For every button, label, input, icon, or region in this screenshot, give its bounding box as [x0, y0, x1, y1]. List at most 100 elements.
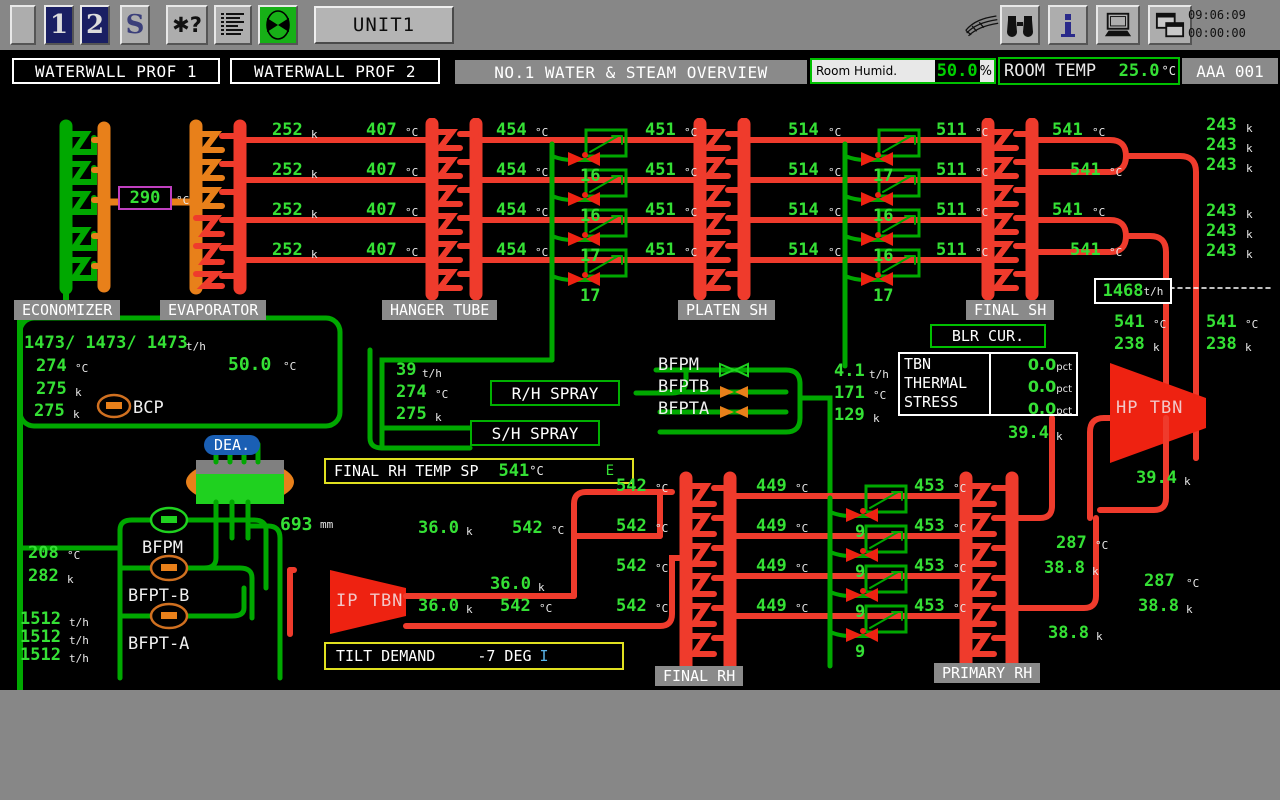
rh-spray-temp: 171	[834, 383, 865, 403]
platen-in-temp-3: 454	[496, 200, 527, 220]
bfp-temp-unit: °C	[67, 549, 81, 562]
finalsh-in-unit-2: °C	[828, 166, 842, 179]
bfpta-valve[interactable]	[718, 404, 758, 420]
unit2-select-button[interactable]: 2	[80, 5, 110, 45]
crh-out-press-3-unit: k	[1096, 630, 1103, 643]
ms-press-b-unit: k	[1245, 341, 1252, 354]
platen-in-temp-4: 454	[496, 240, 527, 260]
platen-mid-temp-4: 451	[645, 240, 676, 260]
room-humidity-label: Room Humid.	[816, 64, 898, 78]
finalsh-in-temp-3: 514	[788, 200, 819, 220]
workstation-icon	[1104, 12, 1132, 37]
waterwall-prof-1-button[interactable]: WATERWALL PROF 1	[12, 58, 220, 84]
tilt-demand-label: TILT DEMAND	[336, 647, 436, 665]
hanger-in-unit-1: k	[311, 128, 318, 141]
info-button[interactable]	[1048, 5, 1088, 45]
crh-temp-b-unit: °C	[539, 602, 553, 615]
label-evaporator: EVAPORATOR	[160, 300, 267, 320]
label-final-rh: FINAL RH	[655, 666, 744, 686]
unit1-select-button[interactable]: 1	[44, 5, 74, 45]
bfptb-valve[interactable]	[718, 384, 758, 400]
crh-temp-b: 542	[500, 596, 531, 616]
platen-mid-unit-2: °C	[684, 166, 698, 179]
crh-press-c-unit: k	[538, 581, 545, 594]
main-steam-flow-box: 1468 t/h	[1094, 278, 1172, 304]
bfp-press: 282	[28, 566, 59, 586]
finalrh-out-temp-3: 449	[756, 556, 787, 576]
room-humidity-indicator: Room Humid. 50.0 %	[810, 58, 996, 84]
bottom-toolbar: Mimics Trends Areas Groups Loops Direct …	[0, 690, 1280, 800]
bcp-flow: 50.0	[228, 354, 272, 375]
workstation-button[interactable]	[1096, 5, 1140, 45]
feed-flows: 1473/ 1473/ 1473	[24, 333, 188, 353]
finalrh-in-unit-3: °C	[655, 562, 669, 575]
rh-spray-flow: 4.1	[834, 361, 865, 381]
tilt-demand-value: -7 DEG	[477, 647, 532, 665]
blr-cur-button[interactable]: BLR CUR.	[930, 324, 1046, 348]
top-toolbar: 1 2 S ✱? UNIT1 09:06:09 00:00:00	[0, 0, 1280, 50]
sh-spray2-value-4: 17	[873, 286, 894, 306]
main-flow-unit: t/h	[1143, 284, 1164, 298]
platen-in-unit-3: °C	[535, 206, 549, 219]
blank-button[interactable]	[10, 5, 36, 45]
finalsh-in-temp-2: 514	[788, 160, 819, 180]
tbn-stress-values: 0.0pct 0.0pct 0.0pct	[991, 354, 1076, 418]
primaryrh-in-temp-1: 453	[914, 476, 945, 496]
finalrh-out-unit-4: °C	[795, 602, 809, 615]
primaryrh-in-unit-2: °C	[953, 522, 967, 535]
finalsh-out-temp-4: 541	[1070, 240, 1101, 260]
rh-spray-valve-2[interactable]	[844, 546, 888, 564]
feed-temp: 274	[36, 356, 67, 376]
ms-press-top-2: 243	[1206, 135, 1237, 155]
sh-spray-value-1: 16	[580, 166, 601, 186]
bfptb-header-label: BFPTB	[658, 377, 710, 397]
ms-press-bot-1: 243	[1206, 201, 1237, 221]
windows-button[interactable]	[1148, 5, 1192, 45]
alarm-button[interactable]	[258, 5, 298, 45]
finalsh-mid-unit-3: °C	[975, 206, 989, 219]
room-temp-label: ROOM TEMP	[1004, 61, 1097, 81]
binoculars-button[interactable]	[1000, 5, 1040, 45]
econ-setpoint-unit: °C	[176, 194, 190, 207]
help-button[interactable]: ✱?	[166, 5, 208, 45]
crh-out-temp: 287	[1056, 533, 1087, 553]
waterwall-prof-2-button[interactable]: WATERWALL PROF 2	[230, 58, 440, 84]
sh-spray-button[interactable]: S/H SPRAY	[470, 420, 600, 446]
rh-spray-valve-1[interactable]	[844, 506, 888, 524]
tilt-demand-box[interactable]: TILT DEMAND -7 DEG I	[324, 642, 624, 670]
feed-temp-unit: °C	[75, 362, 89, 375]
econ-setpoint-box[interactable]: 290	[118, 186, 172, 210]
finalsh-out-unit-3: °C	[1092, 206, 1106, 219]
rh-spray-button[interactable]: R/H SPRAY	[490, 380, 620, 406]
text-lines-icon	[221, 13, 244, 35]
list-button[interactable]	[214, 5, 252, 45]
ms-press-top-1: 243	[1206, 115, 1237, 135]
final-rh-sp-unit: °C	[529, 464, 544, 478]
spray-press: 275	[396, 404, 427, 424]
finalrh-out-temp-2: 449	[756, 516, 787, 536]
hp-exhaust-press-2: 39.4	[1136, 468, 1177, 488]
dea-level-unit: mm	[320, 518, 334, 531]
final-rh-temp-setpoint[interactable]: FINAL RH TEMP SP 541 °C E	[324, 458, 634, 484]
rh-spray-temp-unit: °C	[873, 389, 887, 402]
crh-out-press-2: 38.8	[1138, 596, 1179, 616]
bfpm-valve[interactable]	[718, 362, 758, 378]
crh-out-press-unit: k	[1092, 565, 1099, 578]
primaryrh-in-unit-3: °C	[953, 562, 967, 575]
rh-spray-valve-3[interactable]	[844, 586, 888, 604]
header-strip: WATERWALL PROF 1 WATERWALL PROF 2 NO.1 W…	[0, 50, 1280, 166]
hanger-out-temp-4: 407	[366, 240, 397, 260]
bcp-flow-unit: °C	[283, 360, 297, 373]
system-button[interactable]: S	[120, 5, 150, 45]
hanger-in-unit-3: k	[311, 208, 318, 221]
tbn-stress-value-2: 0.0	[1027, 377, 1057, 396]
dea-badge[interactable]: DEA.	[204, 435, 261, 455]
rh-spray-valve-4[interactable]	[844, 626, 888, 644]
tbn-stress-value-3: 0.0	[1027, 399, 1057, 418]
hanger-in-unit-2: k	[311, 168, 318, 181]
clock: 09:06:09 00:00:00	[1188, 6, 1274, 42]
ms-press-top-3: 243	[1206, 155, 1237, 175]
unit-title-button[interactable]: UNIT1	[314, 6, 454, 44]
room-temp-indicator: ROOM TEMP 25.0 °C	[998, 57, 1180, 85]
feed-press: 275	[36, 379, 67, 399]
